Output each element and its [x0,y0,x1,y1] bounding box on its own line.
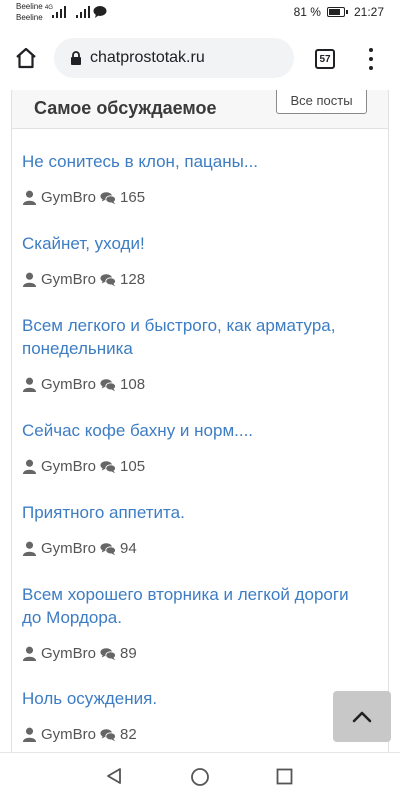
signal-icon [52,6,66,18]
post-item: Всем хорошего вторника и легкой дороги д… [22,583,352,662]
comment-count: 165 [120,189,146,206]
post-author[interactable]: GymBro [41,540,96,557]
comment-count: 108 [120,376,146,393]
comments-icon [100,460,117,473]
battery-percent: 81 % [293,5,321,19]
post-title-link[interactable]: Не сонитесь в клон, пацаны... [22,150,352,173]
post-title-link[interactable]: Ноль осуждения. [22,687,352,710]
address-bar[interactable]: chatprostotak.ru [54,38,294,78]
comments-icon [100,273,117,286]
post-author[interactable]: GymBro [41,726,96,743]
post-item: Сейчас кофе бахну и норм.... GymBro 105 [22,419,352,475]
carrier-name-1: Beeline [16,2,43,11]
post-meta: GymBro 105 [22,458,352,475]
post-author[interactable]: GymBro [41,645,96,662]
back-icon[interactable] [105,767,123,785]
user-icon [22,459,37,474]
chevron-up-icon [352,711,372,722]
post-item: Не сонитесь в клон, пацаны... GymBro 165 [22,150,352,206]
more-menu-icon[interactable] [367,48,375,70]
user-icon [22,541,37,556]
message-notification-icon [93,6,107,18]
comment-count: 94 [120,540,137,557]
comments-icon [100,647,117,660]
post-meta: GymBro 108 [22,376,352,393]
tab-switcher-button[interactable]: 57 [315,49,335,69]
user-icon [22,727,37,742]
post-title-link[interactable]: Всем легкого и быстрого, как арматура, п… [22,314,352,360]
comments-icon [100,378,117,391]
carrier-info: Beeline 4G Beeline [16,2,53,23]
user-icon [22,190,37,205]
post-meta: GymBro 94 [22,540,352,557]
battery-icon [326,7,348,17]
post-title-link[interactable]: Приятного аппетита. [22,501,352,524]
user-icon [22,646,37,661]
comment-count: 89 [120,645,137,662]
comment-count: 105 [120,458,146,475]
system-navigation-bar [0,752,400,800]
post-title-link[interactable]: Сейчас кофе бахну и норм.... [22,419,352,442]
lock-icon [71,51,81,65]
post-author[interactable]: GymBro [41,271,96,288]
card-title: Самое обсуждаемое [34,98,217,118]
post-author[interactable]: GymBro [41,189,96,206]
comments-icon [100,191,117,204]
post-item: Приятного аппетита. GymBro 94 [22,501,352,557]
post-meta: GymBro 165 [22,189,352,206]
comments-icon [100,542,117,555]
card-header: Самое обсуждаемое Все посты [12,90,388,129]
status-bar: Beeline 4G Beeline 81 % 21:27 [0,0,400,28]
user-icon [22,377,37,392]
all-posts-button[interactable]: Все посты [276,90,367,114]
url-text: chatprostotak.ru [90,49,205,66]
post-author[interactable]: GymBro [41,376,96,393]
post-title-link[interactable]: Скайнет, уходи! [22,232,352,255]
home-circle-icon[interactable] [190,767,210,787]
browser-toolbar: chatprostotak.ru 57 [0,28,400,90]
user-icon [22,272,37,287]
scroll-to-top-button[interactable] [333,691,391,742]
recent-apps-icon[interactable] [276,768,293,785]
signal-icon-2 [76,6,90,18]
post-meta: GymBro 82 [22,726,352,743]
post-author[interactable]: GymBro [41,458,96,475]
comment-count: 128 [120,271,146,288]
home-icon[interactable] [14,46,38,70]
post-item: Скайнет, уходи! GymBro 128 [22,232,352,288]
post-item: Всем легкого и быстрого, как арматура, п… [22,314,352,393]
clock: 21:27 [353,5,384,19]
post-item: Ноль осуждения. GymBro 82 [22,687,352,743]
carrier-name-2: Beeline [16,13,43,22]
comments-icon [100,728,117,741]
post-meta: GymBro 89 [22,645,352,662]
post-title-link[interactable]: Всем хорошего вторника и легкой дороги д… [22,583,352,629]
comment-count: 82 [120,726,137,743]
page-content: Самое обсуждаемое Все посты Не сонитесь … [0,90,400,752]
post-meta: GymBro 128 [22,271,352,288]
